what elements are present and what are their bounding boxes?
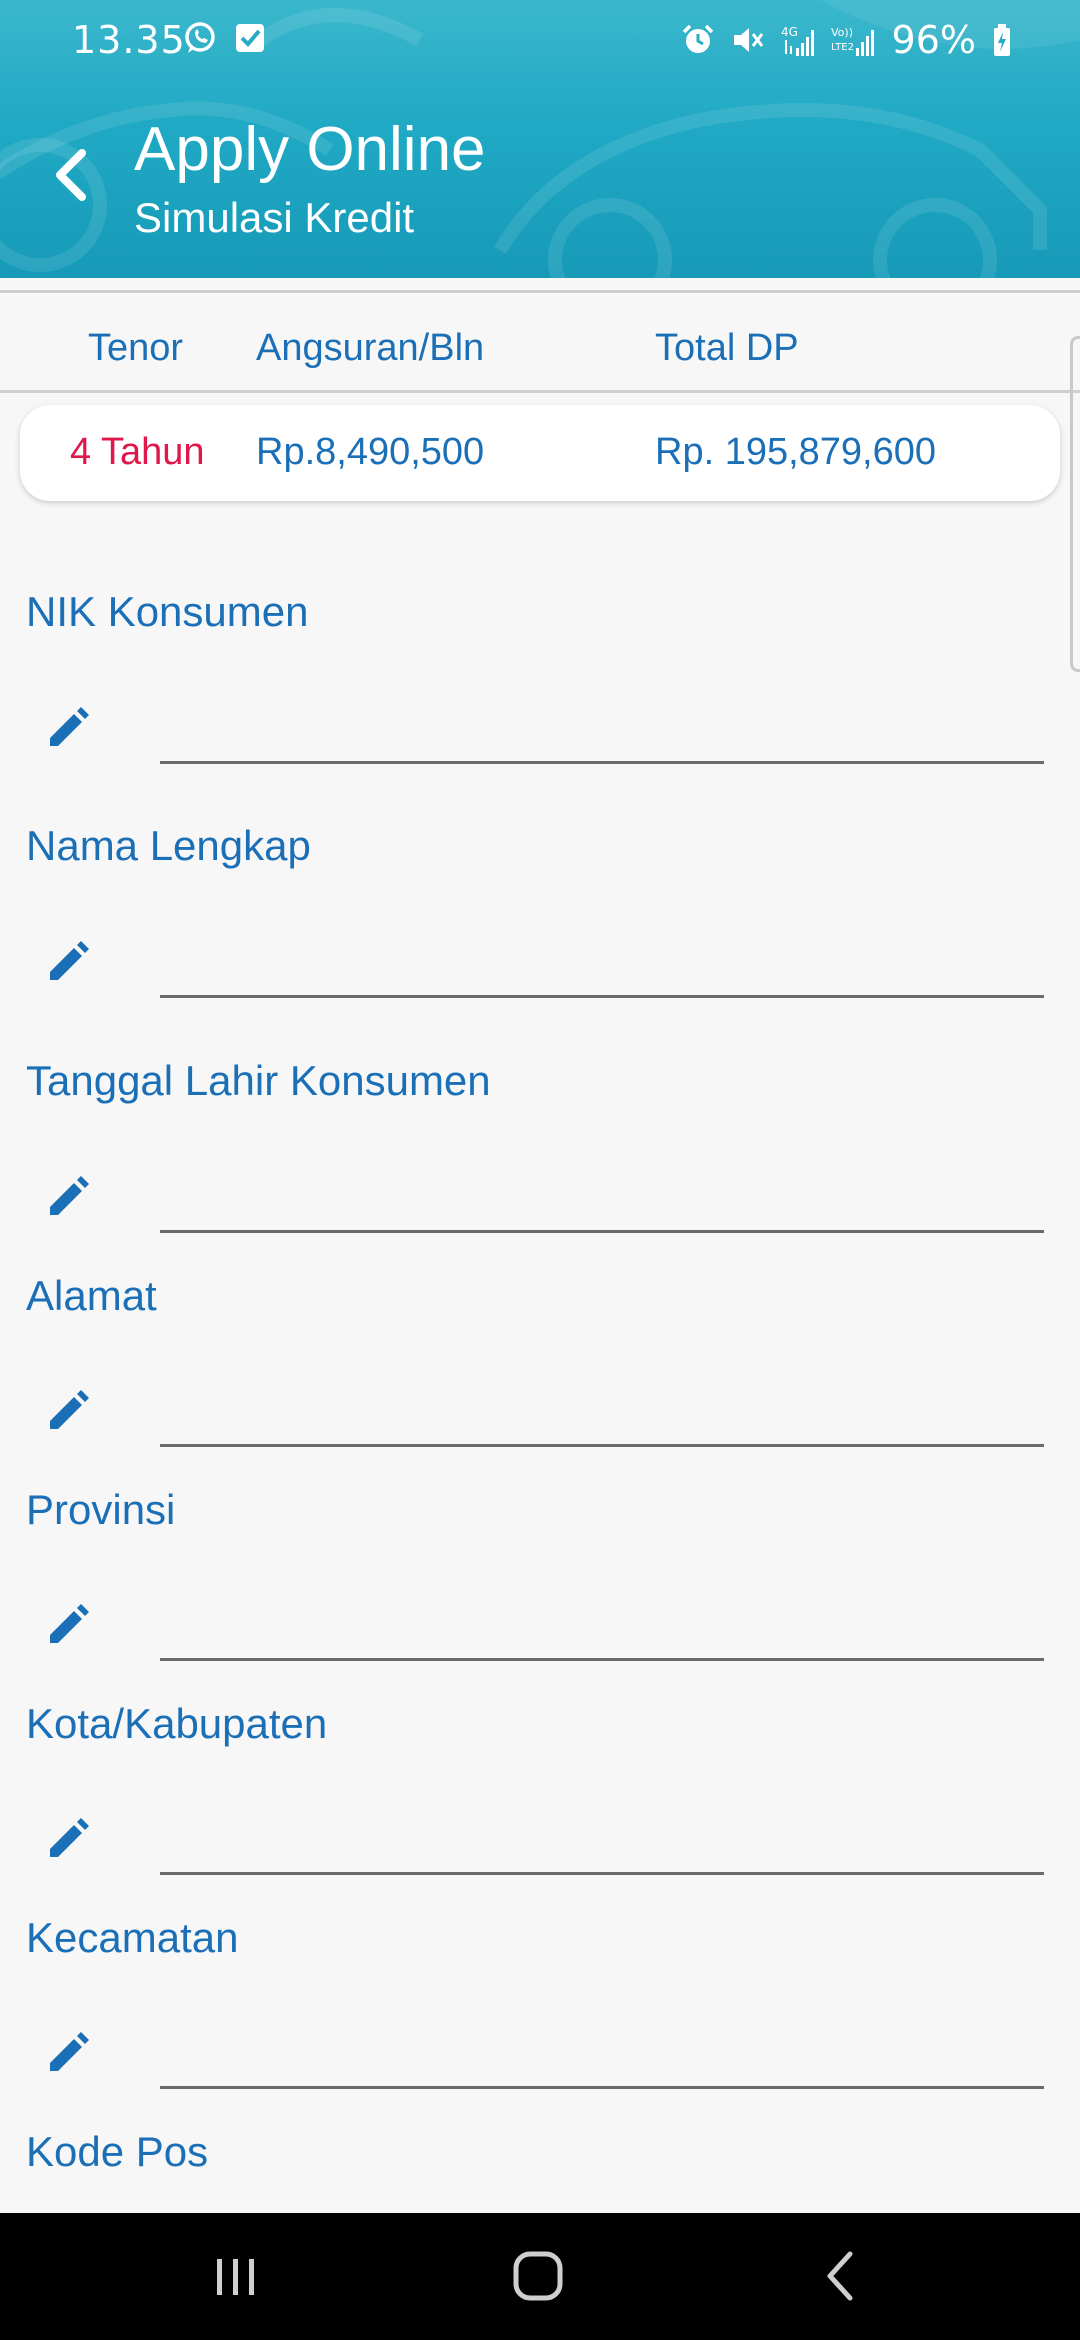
- summary-header-row: Tenor Angsuran/Bln Total DP: [0, 313, 1080, 393]
- signal-4g-icon: 4G: [781, 25, 814, 56]
- label-alamat: Alamat: [26, 1272, 157, 1319]
- header-total-dp: Total DP: [655, 327, 799, 369]
- status-notification-icons: [182, 20, 268, 56]
- field-nama-lengkap: [0, 930, 1080, 1010]
- recents-icon: [217, 2259, 254, 2295]
- summary-values-card: 4 Tahun Rp.8,490,500 Rp. 195,879,600: [20, 405, 1060, 501]
- field-nik-konsumen: [0, 696, 1080, 776]
- field-alamat: [0, 1379, 1080, 1459]
- whatsapp-icon: [185, 22, 215, 53]
- field-kota-kabupaten: [0, 1807, 1080, 1887]
- tanggal-lahir-input[interactable]: [160, 1165, 1044, 1233]
- divider: [0, 390, 1080, 393]
- page-subtitle: Simulasi Kredit: [134, 194, 415, 241]
- mute-icon: [733, 28, 763, 52]
- label-kota-kabupaten: Kota/Kabupaten: [26, 1700, 328, 1747]
- label-tanggal-lahir: Tanggal Lahir Konsumen: [26, 1057, 491, 1104]
- nik-konsumen-input[interactable]: [160, 696, 1044, 764]
- field-tanggal-lahir: [0, 1165, 1080, 1245]
- value-tenor: 4 Tahun: [70, 431, 205, 473]
- page-title: Apply Online: [134, 115, 486, 184]
- back-icon: [827, 2251, 853, 2301]
- battery-percentage: 96%: [891, 18, 976, 62]
- checkbox-notification-icon: [236, 24, 264, 52]
- pencil-icon: [50, 1818, 89, 1857]
- label-kode-pos: Kode Pos: [26, 2128, 209, 2175]
- home-icon: [513, 2251, 563, 2301]
- divider: [0, 290, 1080, 293]
- nav-back-button[interactable]: [800, 2243, 880, 2309]
- kota-kabupaten-input[interactable]: [160, 1807, 1044, 1875]
- pencil-icon: [50, 707, 89, 746]
- label-provinsi: Provinsi: [26, 1486, 176, 1533]
- battery-charging-icon: [994, 24, 1010, 56]
- back-button[interactable]: [40, 140, 100, 210]
- network-lte2-label: LTE2: [831, 42, 854, 53]
- credit-summary: Tenor Angsuran/Bln Total DP 4 Tahun Rp.8…: [0, 278, 1080, 510]
- field-kecamatan: [0, 2021, 1080, 2101]
- pencil-icon: [50, 1604, 89, 1643]
- label-nik-konsumen: NIK Konsumen: [26, 588, 309, 635]
- field-provinsi: [0, 1593, 1080, 1673]
- system-nav-bar: [0, 2213, 1080, 2340]
- network-4g-label: 4G: [781, 25, 798, 39]
- value-angsuran: Rp.8,490,500: [256, 431, 485, 473]
- value-total-dp: Rp. 195,879,600: [655, 431, 937, 473]
- nama-lengkap-input[interactable]: [160, 930, 1044, 998]
- scroll-indicator[interactable]: [1070, 336, 1080, 672]
- provinsi-input[interactable]: [160, 1593, 1044, 1661]
- alamat-input[interactable]: [160, 1379, 1044, 1447]
- alarm-icon: [682, 24, 713, 53]
- pencil-icon: [50, 1390, 89, 1429]
- app-bar: Apply Online Simulasi Kredit: [0, 82, 1080, 278]
- label-nama-lengkap: Nama Lengkap: [26, 822, 311, 869]
- header-angsuran: Angsuran/Bln: [256, 327, 485, 369]
- pencil-icon: [50, 941, 89, 980]
- status-bar: 13.35 4G Vo)) LTE2 96%: [0, 0, 1080, 82]
- recents-button[interactable]: [196, 2243, 276, 2309]
- pencil-icon: [50, 2032, 89, 2071]
- status-time: 13.35: [72, 18, 186, 62]
- signal-lte2-icon: Vo)) LTE2: [831, 26, 874, 56]
- chevron-left-icon: [56, 149, 86, 201]
- pencil-icon: [50, 1176, 89, 1215]
- kecamatan-input[interactable]: [160, 2021, 1044, 2089]
- header: 13.35 4G Vo)) LTE2 96% Apply Online Simu…: [0, 0, 1080, 278]
- status-system-icons: 4G Vo)) LTE2 96%: [680, 18, 1014, 62]
- network-volte-label: Vo)): [831, 26, 853, 39]
- label-kecamatan: Kecamatan: [26, 1914, 239, 1961]
- home-button[interactable]: [498, 2243, 578, 2309]
- header-tenor: Tenor: [88, 327, 184, 369]
